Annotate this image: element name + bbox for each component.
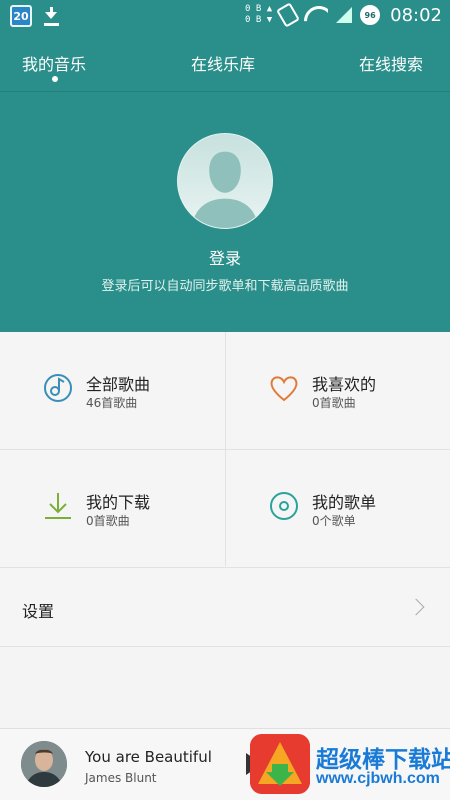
battery-icon: 96 [360, 5, 381, 25]
download-icon [42, 6, 60, 26]
calendar-icon: 20 [10, 5, 32, 27]
clock: 08:02 [390, 4, 442, 26]
wifi-icon [304, 6, 328, 24]
active-tab-indicator [52, 76, 58, 82]
watermark-name: 超级棒下载站 [316, 747, 450, 773]
user-silhouette-icon [178, 134, 272, 228]
watermark-logo-icon [250, 734, 310, 794]
login-subtitle: 登录后可以自动同步歌单和下载高品质歌曲 [101, 279, 349, 294]
status-bar: 20 0 B ▲ 0 B ▼ 96 08:02 [0, 0, 450, 32]
tile-subtitle: 46首歌曲 [86, 396, 138, 410]
watermark-url: www.cjbwh.com [316, 770, 440, 787]
net-up: 0 B ▲ [245, 4, 273, 14]
tile-title: 我的下载 [86, 493, 151, 512]
playlists-tile[interactable]: 我的歌单 0个歌单 [225, 449, 450, 566]
watermark: 超级棒下载站 www.cjbwh.com [250, 734, 450, 800]
signal-icon [336, 7, 353, 23]
login-button[interactable]: 登录 [0, 245, 450, 269]
album-art[interactable] [21, 741, 67, 787]
avatar[interactable] [177, 133, 273, 229]
tab-online-search[interactable]: 在线搜索 [359, 51, 423, 75]
network-speed: 0 B ▲ 0 B ▼ [245, 4, 272, 26]
net-down: 0 B ▼ [245, 15, 273, 25]
settings-label: 设置 [22, 602, 55, 621]
tile-title: 全部歌曲 [86, 375, 151, 394]
tab-online-library[interactable]: 在线乐库 [191, 51, 255, 75]
login-header: 登录 登录后可以自动同步歌单和下载高品质歌曲 [0, 92, 450, 332]
tile-title: 我的歌单 [312, 493, 377, 512]
artist-name: James Blunt [85, 771, 157, 785]
battery-level: 96 [364, 10, 376, 20]
music-note-icon [42, 372, 74, 404]
top-tabs: 我的音乐 在线乐库 在线搜索 [0, 32, 450, 92]
favorites-tile[interactable]: 我喜欢的 0首歌曲 [225, 332, 450, 449]
all-songs-tile[interactable]: 全部歌曲 46首歌曲 [0, 332, 225, 449]
song-title: You are Beautiful [85, 748, 212, 766]
chevron-right-icon [407, 598, 425, 616]
tile-subtitle: 0首歌曲 [86, 514, 130, 528]
disc-icon [268, 490, 300, 522]
music-category-grid: 全部歌曲 46首歌曲 我喜欢的 0首歌曲 我的下载 0首歌曲 我的歌单 0个歌单 [0, 332, 450, 567]
rotate-icon [276, 2, 301, 28]
settings-row[interactable]: 设置 [0, 567, 450, 647]
tile-subtitle: 0首歌曲 [312, 396, 356, 410]
tab-my-music[interactable]: 我的音乐 [22, 51, 86, 75]
heart-icon [268, 372, 300, 404]
calendar-day: 20 [13, 10, 29, 23]
download-icon [42, 490, 74, 522]
tile-subtitle: 0个歌单 [312, 514, 356, 528]
tile-title: 我喜欢的 [312, 375, 377, 394]
downloads-tile[interactable]: 我的下载 0首歌曲 [0, 449, 225, 566]
